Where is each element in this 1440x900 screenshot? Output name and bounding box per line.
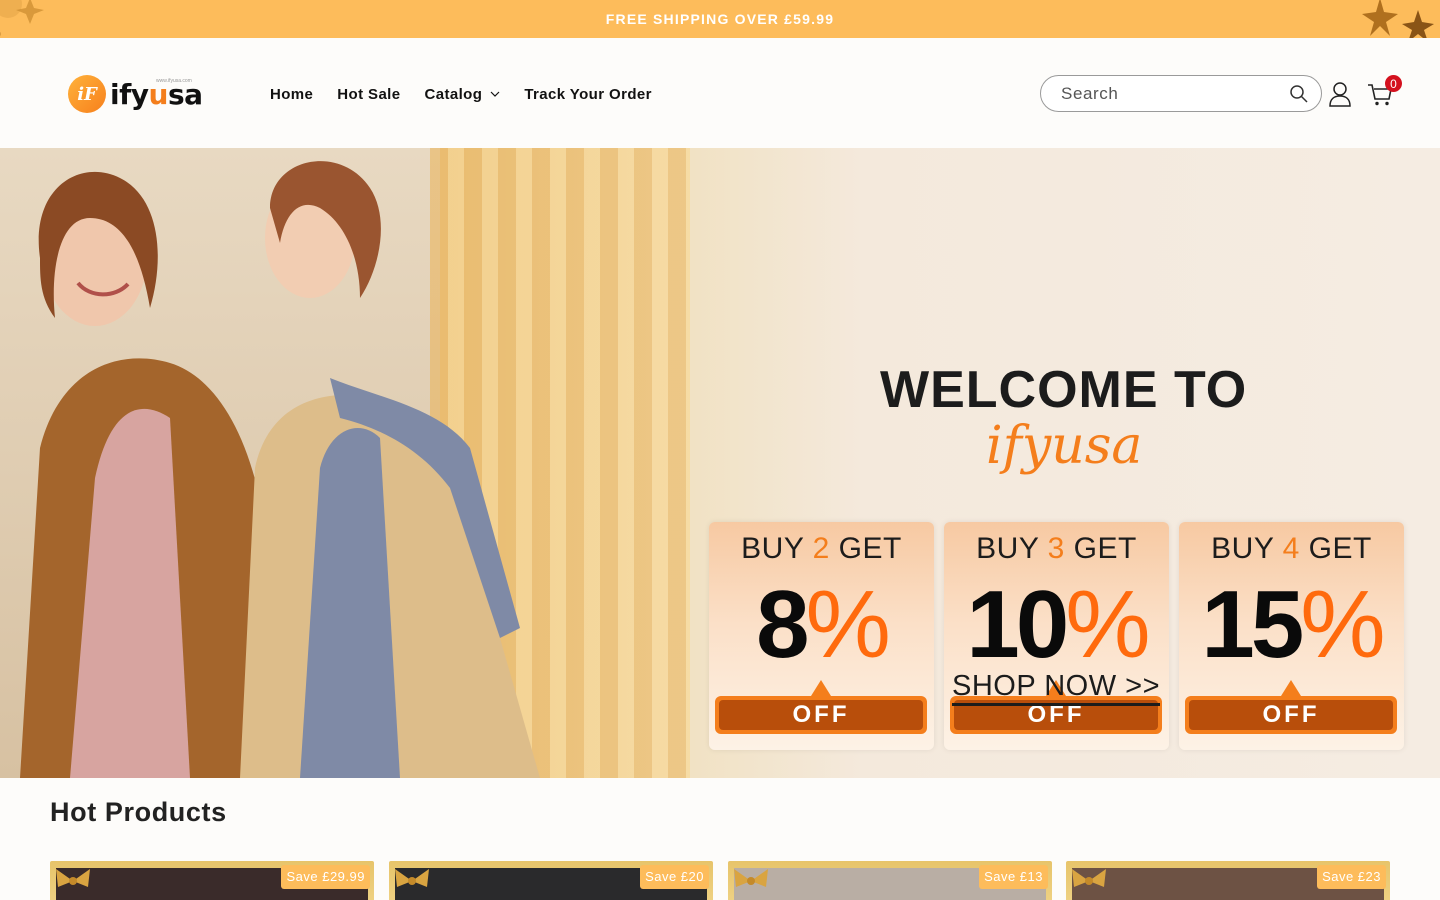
nav-hot-sale[interactable]: Hot Sale	[325, 82, 412, 106]
save-badge: Save £29.99	[281, 865, 370, 889]
offer-card[interactable]: BUY 2 GET 8% OFF	[709, 522, 934, 750]
offer-buy-text: BUY 4 GET	[1211, 532, 1372, 565]
offer-pointer	[1281, 680, 1301, 696]
product-card[interactable]: Save £20	[389, 861, 713, 900]
offer-pointer	[811, 680, 831, 696]
shop-now-link[interactable]: SHOP NOW >>	[952, 670, 1161, 706]
hero-title: WELCOME TO	[880, 361, 1248, 419]
search-icon[interactable]	[1289, 84, 1309, 104]
hero-banner[interactable]: WELCOME TO ifyusa BUY 2 GET 8% OFF BUY 3…	[0, 148, 1440, 778]
gift-bow-icon	[395, 869, 429, 887]
logo-tagline: www.ifyusa.com	[156, 78, 192, 84]
offer-percent: 15%	[1201, 571, 1385, 678]
product-card[interactable]: Save £13	[728, 861, 1052, 900]
search-box	[1040, 75, 1322, 112]
offer-card[interactable]: BUY 3 GET 10% OFF	[944, 522, 1169, 750]
save-badge: Save £13	[979, 865, 1048, 889]
logo-mark-icon: iF	[68, 75, 106, 113]
hero-models-image	[20, 161, 540, 778]
product-card[interactable]: Save £29.99	[50, 861, 374, 900]
account-icon[interactable]	[1328, 81, 1352, 107]
brand-logo[interactable]: iF ifyusa www.ifyusa.com	[68, 74, 208, 114]
offer-card[interactable]: BUY 4 GET 15% OFF	[1179, 522, 1404, 750]
save-badge: Save £20	[640, 865, 709, 889]
offer-percent: 10%	[966, 571, 1150, 678]
announcement-text: FREE SHIPPING OVER £59.99	[605, 11, 835, 27]
gift-bow-icon	[734, 869, 768, 887]
offer-buy-text: BUY 3 GET	[976, 532, 1137, 565]
main-nav: Home Hot Sale Catalog Track Your Order	[258, 82, 664, 106]
hero-brand-script: ifyusa	[986, 416, 1143, 476]
star-decoration-icon	[0, 0, 44, 37]
offer-off-label: OFF	[715, 696, 927, 734]
offer-off-label: OFF	[1185, 696, 1397, 734]
offer-buy-text: BUY 2 GET	[741, 532, 902, 565]
nav-catalog[interactable]: Catalog	[413, 82, 513, 106]
star-decoration-icon	[1362, 0, 1434, 38]
chevron-down-icon	[490, 91, 500, 97]
save-badge: Save £23	[1317, 865, 1386, 889]
nav-track-order[interactable]: Track Your Order	[512, 82, 664, 106]
offer-percent: 8%	[756, 571, 891, 678]
product-card[interactable]: Save £23	[1066, 861, 1390, 900]
cart-count-badge: 0	[1385, 75, 1402, 92]
nav-home[interactable]: Home	[258, 82, 325, 106]
gift-bow-icon	[1072, 869, 1106, 887]
hot-products-title: Hot Products	[50, 797, 227, 827]
announcement-bar: FREE SHIPPING OVER £59.99	[0, 0, 1440, 38]
site-header: iF ifyusa www.ifyusa.com Home Hot Sale C…	[0, 38, 1440, 148]
gift-bow-icon	[56, 869, 90, 887]
search-input[interactable]	[1061, 83, 1281, 104]
